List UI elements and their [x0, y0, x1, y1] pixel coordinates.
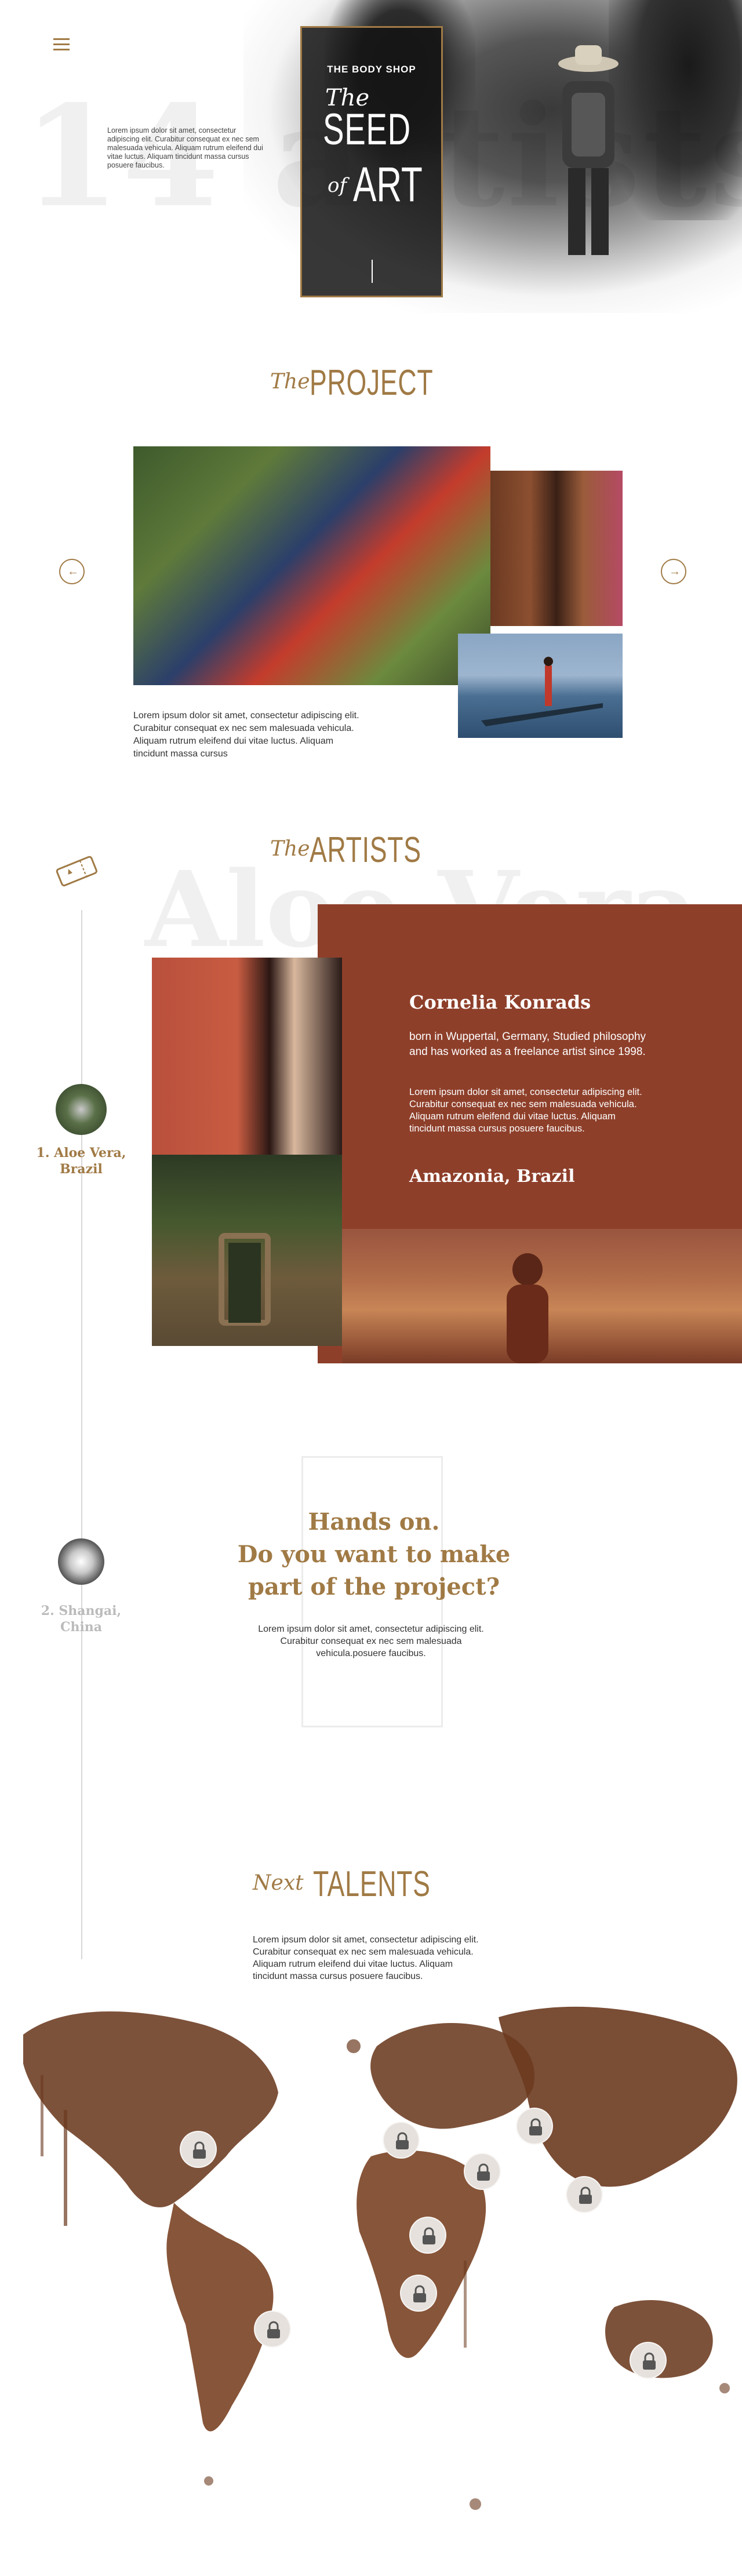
next-slide-button[interactable]: →: [661, 559, 686, 584]
prev-slide-button[interactable]: ←: [59, 559, 85, 584]
map-pin-eastern-europe[interactable]: [464, 2153, 501, 2190]
logo-seed: SEED: [323, 105, 411, 154]
ticket-icon: [56, 856, 97, 887]
artist-text: Lorem ipsum dolor sit amet, consectetur …: [409, 1087, 642, 1134]
lock-icon: [193, 2141, 206, 2159]
cta-title: Hands on. Do you want to make part of th…: [220, 1506, 528, 1603]
artists-heading-main: ARTISTS: [310, 830, 421, 870]
map-pin-russia[interactable]: [516, 2108, 553, 2145]
hamburger-icon[interactable]: [53, 38, 70, 51]
project-photo-boat: [458, 634, 623, 738]
artist-bio: born in Wuppertal, Germany, Studied phil…: [409, 1031, 646, 1058]
project-heading-main: PROJECT: [310, 363, 434, 403]
lock-icon: [529, 2118, 542, 2135]
artists-timeline: [81, 910, 82, 1959]
timeline-label-line1: 1. Aloe Vera,: [36, 1145, 126, 1160]
lock-icon: [643, 2352, 656, 2370]
timeline-label-aloe-vera[interactable]: 1. Aloe Vera, Brazil: [29, 1145, 133, 1177]
project-photo-children: [133, 446, 490, 685]
map-pin-north-africa[interactable]: [409, 2217, 446, 2254]
cta-title-line3: part of the project?: [248, 1573, 500, 1600]
talents-heading-pre: Next: [253, 1871, 304, 1895]
artist-photo-forest-arch: [152, 1155, 342, 1346]
timeline-thumb-shangai[interactable]: [58, 1538, 104, 1585]
project-heading-pre: The: [270, 370, 310, 394]
boat-figure: [481, 657, 603, 726]
timeline-thumb-aloe-vera[interactable]: [56, 1084, 107, 1135]
artist-location: Amazonia, Brazil: [409, 1166, 575, 1187]
map-pin-central-africa[interactable]: [400, 2275, 437, 2312]
map-pin-south-america[interactable]: [254, 2311, 291, 2348]
arrow-left-icon: ←: [67, 565, 79, 578]
talents-description: Lorem ipsum dolor sit amet, consectetur …: [253, 1935, 479, 1981]
logo-brand: THE BODY SHOP: [327, 64, 416, 75]
logo-seed-of-art[interactable]: THE BODY SHOP The SEED of ART: [300, 26, 443, 297]
lock-icon: [579, 2186, 592, 2204]
cta-title-line2: Do you want to make: [237, 1541, 511, 1568]
map-pin-central-asia[interactable]: [566, 2176, 603, 2213]
logo-art: ART: [353, 157, 423, 212]
artist-photo-portrait: [152, 958, 342, 1155]
map-pin-western-europe[interactable]: [383, 2122, 420, 2159]
project-description: Lorem ipsum dolor sit amet, consectetur …: [133, 711, 359, 759]
hiker-figure: [558, 45, 619, 255]
artists-heading-pre: The: [270, 837, 310, 861]
logo-divider: [372, 260, 373, 283]
silhouette-figure: [507, 1253, 548, 1363]
arrow-right-icon: →: [669, 565, 681, 578]
lock-icon: [413, 2285, 426, 2302]
map-pin-north-america[interactable]: [180, 2131, 217, 2168]
lock-icon: [396, 2132, 409, 2149]
timeline-label-line2: Brazil: [60, 1162, 103, 1177]
forest-arch-figure: [219, 1233, 271, 1326]
cta-text: Lorem ipsum dolor sit amet, consectetur …: [258, 1624, 484, 1658]
lock-icon: [267, 2321, 280, 2338]
timeline-label-line2: China: [60, 1620, 103, 1635]
hero-intro-text: Lorem ipsum dolor sit amet, consectetur …: [107, 126, 263, 169]
lock-icon: [423, 2227, 435, 2244]
logo-of: of: [328, 174, 347, 197]
timeline-label-line1: 2. Shangai,: [41, 1603, 122, 1618]
lock-icon: [477, 2163, 490, 2181]
cta-title-line1: Hands on.: [308, 1508, 440, 1536]
map-pin-australia[interactable]: [630, 2342, 667, 2379]
artist-photo-sunset: [342, 1229, 742, 1363]
talents-heading-main: TALENTS: [313, 1864, 431, 1904]
timeline-label-shangai[interactable]: 2. Shangai, China: [29, 1603, 133, 1635]
project-photo-hand: [490, 471, 623, 626]
world-map: [23, 2006, 737, 2510]
artist-name: Cornelia Konrads: [409, 991, 591, 1013]
